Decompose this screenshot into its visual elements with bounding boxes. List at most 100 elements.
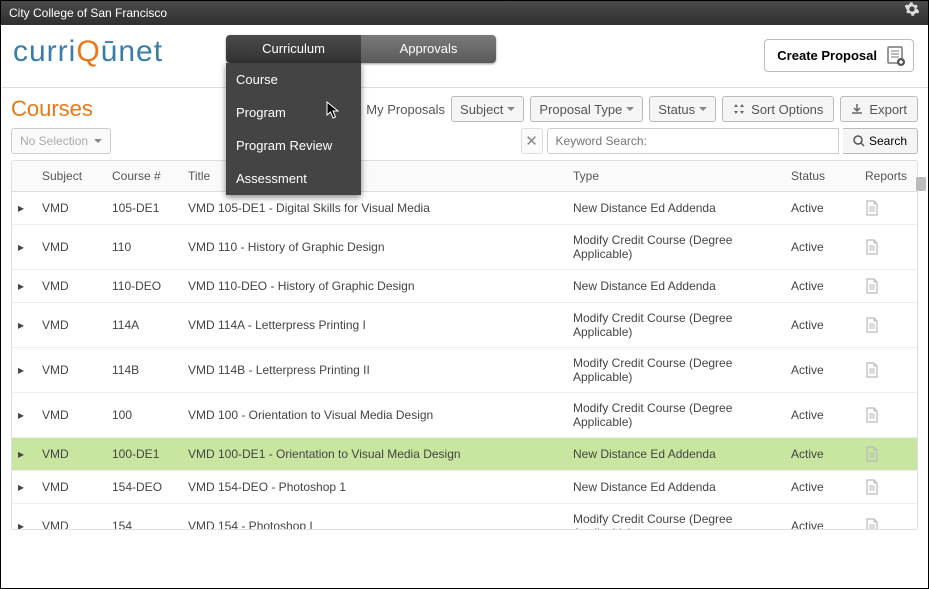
sort-icon [733, 103, 745, 115]
cell-subject: VMD [36, 393, 106, 438]
clear-search-button[interactable]: ✕ [521, 128, 543, 154]
keyword-search-input[interactable] [547, 128, 839, 154]
cell-title: VMD 110-DEO - History of Graphic Design [182, 270, 567, 303]
cell-title: VMD 105-DE1 - Digital Skills for Visual … [182, 192, 567, 225]
table-row[interactable]: ▸VMD114AVMD 114A - Letterpress Printing … [12, 303, 917, 348]
cell-status: Active [785, 225, 859, 270]
expand-row-icon[interactable]: ▸ [12, 471, 36, 504]
report-icon[interactable] [859, 303, 917, 348]
expand-row-icon[interactable]: ▸ [12, 393, 36, 438]
status-filter-button[interactable]: Status [649, 96, 716, 122]
cell-subject: VMD [36, 192, 106, 225]
dropdown-item-assessment[interactable]: Assessment [226, 162, 361, 195]
cell-subject: VMD [36, 504, 106, 531]
cell-type: New Distance Ed Addenda [567, 270, 785, 303]
cell-subject: VMD [36, 225, 106, 270]
cell-status: Active [785, 471, 859, 504]
cell-type: Modify Credit Course (Degree Applicable) [567, 504, 785, 531]
cell-status: Active [785, 393, 859, 438]
cell-title: VMD 154 - Photoshop I [182, 504, 567, 531]
report-icon[interactable] [859, 471, 917, 504]
my-proposals-checkbox[interactable]: My Proposals [346, 102, 445, 117]
cell-course-no: 114A [106, 303, 182, 348]
col-subject[interactable]: Subject [36, 161, 106, 192]
report-icon[interactable] [859, 393, 917, 438]
cell-status: Active [785, 270, 859, 303]
table-row[interactable]: ▸VMD110VMD 110 - History of Graphic Desi… [12, 225, 917, 270]
cell-type: Modify Credit Course (Degree Applicable) [567, 348, 785, 393]
cell-title: VMD 110 - History of Graphic Design [182, 225, 567, 270]
col-status[interactable]: Status [785, 161, 859, 192]
cell-status: Active [785, 504, 859, 531]
cell-subject: VMD [36, 303, 106, 348]
scrollbar-thumb[interactable] [916, 177, 926, 191]
cell-type: New Distance Ed Addenda [567, 192, 785, 225]
table-row[interactable]: ▸VMD100-DE1VMD 100-DE1 - Orientation to … [12, 438, 917, 471]
export-button[interactable]: Export [840, 96, 918, 122]
cell-status: Active [785, 438, 859, 471]
dropdown-item-program-review[interactable]: Program Review [226, 129, 361, 162]
logo: curriQūnet [13, 35, 163, 69]
col-type[interactable]: Type [567, 161, 785, 192]
table-row[interactable]: ▸VMD154-DEOVMD 154-DEO - Photoshop 1New … [12, 471, 917, 504]
table-row[interactable]: ▸VMD105-DE1VMD 105-DE1 - Digital Skills … [12, 192, 917, 225]
cell-course-no: 110-DEO [106, 270, 182, 303]
page-title: Courses [11, 96, 101, 122]
search-button[interactable]: Search [843, 128, 918, 154]
cell-type: New Distance Ed Addenda [567, 471, 785, 504]
cell-status: Active [785, 192, 859, 225]
report-icon[interactable] [859, 192, 917, 225]
cell-subject: VMD [36, 471, 106, 504]
expand-row-icon[interactable]: ▸ [12, 348, 36, 393]
report-icon[interactable] [859, 270, 917, 303]
cell-type: Modify Credit Course (Degree Applicable) [567, 393, 785, 438]
proposal-type-filter-button[interactable]: Proposal Type [530, 96, 643, 122]
report-icon[interactable] [859, 438, 917, 471]
subject-filter-button[interactable]: Subject [451, 96, 524, 122]
expand-row-icon[interactable]: ▸ [12, 438, 36, 471]
col-course-no[interactable]: Course # [106, 161, 182, 192]
tab-curriculum[interactable]: Curriculum [226, 35, 361, 63]
cell-status: Active [785, 303, 859, 348]
cell-type: Modify Credit Course (Degree Applicable) [567, 303, 785, 348]
expand-row-icon[interactable]: ▸ [12, 225, 36, 270]
cell-title: VMD 114A - Letterpress Printing I [182, 303, 567, 348]
gear-icon[interactable] [904, 1, 920, 25]
expand-row-icon[interactable]: ▸ [12, 303, 36, 348]
cell-title: VMD 154-DEO - Photoshop 1 [182, 471, 567, 504]
cell-subject: VMD [36, 270, 106, 303]
report-icon[interactable] [859, 225, 917, 270]
create-proposal-button[interactable]: Create Proposal [764, 39, 914, 72]
sort-options-button[interactable]: Sort Options [722, 96, 834, 122]
cell-course-no: 154 [106, 504, 182, 531]
cell-type: New Distance Ed Addenda [567, 438, 785, 471]
expand-row-icon[interactable]: ▸ [12, 270, 36, 303]
no-selection-dropdown[interactable]: No Selection [11, 128, 111, 154]
page-add-icon [887, 46, 905, 66]
cell-course-no: 110 [106, 225, 182, 270]
report-icon[interactable] [859, 504, 917, 531]
tab-approvals[interactable]: Approvals [361, 35, 496, 63]
cell-title: VMD 100 - Orientation to Visual Media De… [182, 393, 567, 438]
expand-row-icon[interactable]: ▸ [12, 192, 36, 225]
titlebar: City College of San Francisco [1, 1, 928, 25]
table-row[interactable]: ▸VMD154VMD 154 - Photoshop IModify Credi… [12, 504, 917, 531]
dropdown-item-course[interactable]: Course [226, 63, 361, 96]
col-reports[interactable]: Reports [859, 161, 917, 192]
expand-row-icon[interactable]: ▸ [12, 504, 36, 531]
cell-title: VMD 114B - Letterpress Printing II [182, 348, 567, 393]
cell-course-no: 114B [106, 348, 182, 393]
curriculum-dropdown: Course Program Program Review Assessment [226, 63, 361, 195]
cell-subject: VMD [36, 348, 106, 393]
cell-status: Active [785, 348, 859, 393]
table-row[interactable]: ▸VMD110-DEOVMD 110-DEO - History of Grap… [12, 270, 917, 303]
table-row[interactable]: ▸VMD114BVMD 114B - Letterpress Printing … [12, 348, 917, 393]
table-row[interactable]: ▸VMD100VMD 100 - Orientation to Visual M… [12, 393, 917, 438]
cell-subject: VMD [36, 438, 106, 471]
report-icon[interactable] [859, 348, 917, 393]
results-table: Subject Course # Title Type Status Repor… [11, 160, 918, 530]
nav-tabs: Curriculum Approvals [226, 35, 496, 63]
cell-course-no: 100-DE1 [106, 438, 182, 471]
cell-course-no: 105-DE1 [106, 192, 182, 225]
dropdown-item-program[interactable]: Program [226, 96, 361, 129]
